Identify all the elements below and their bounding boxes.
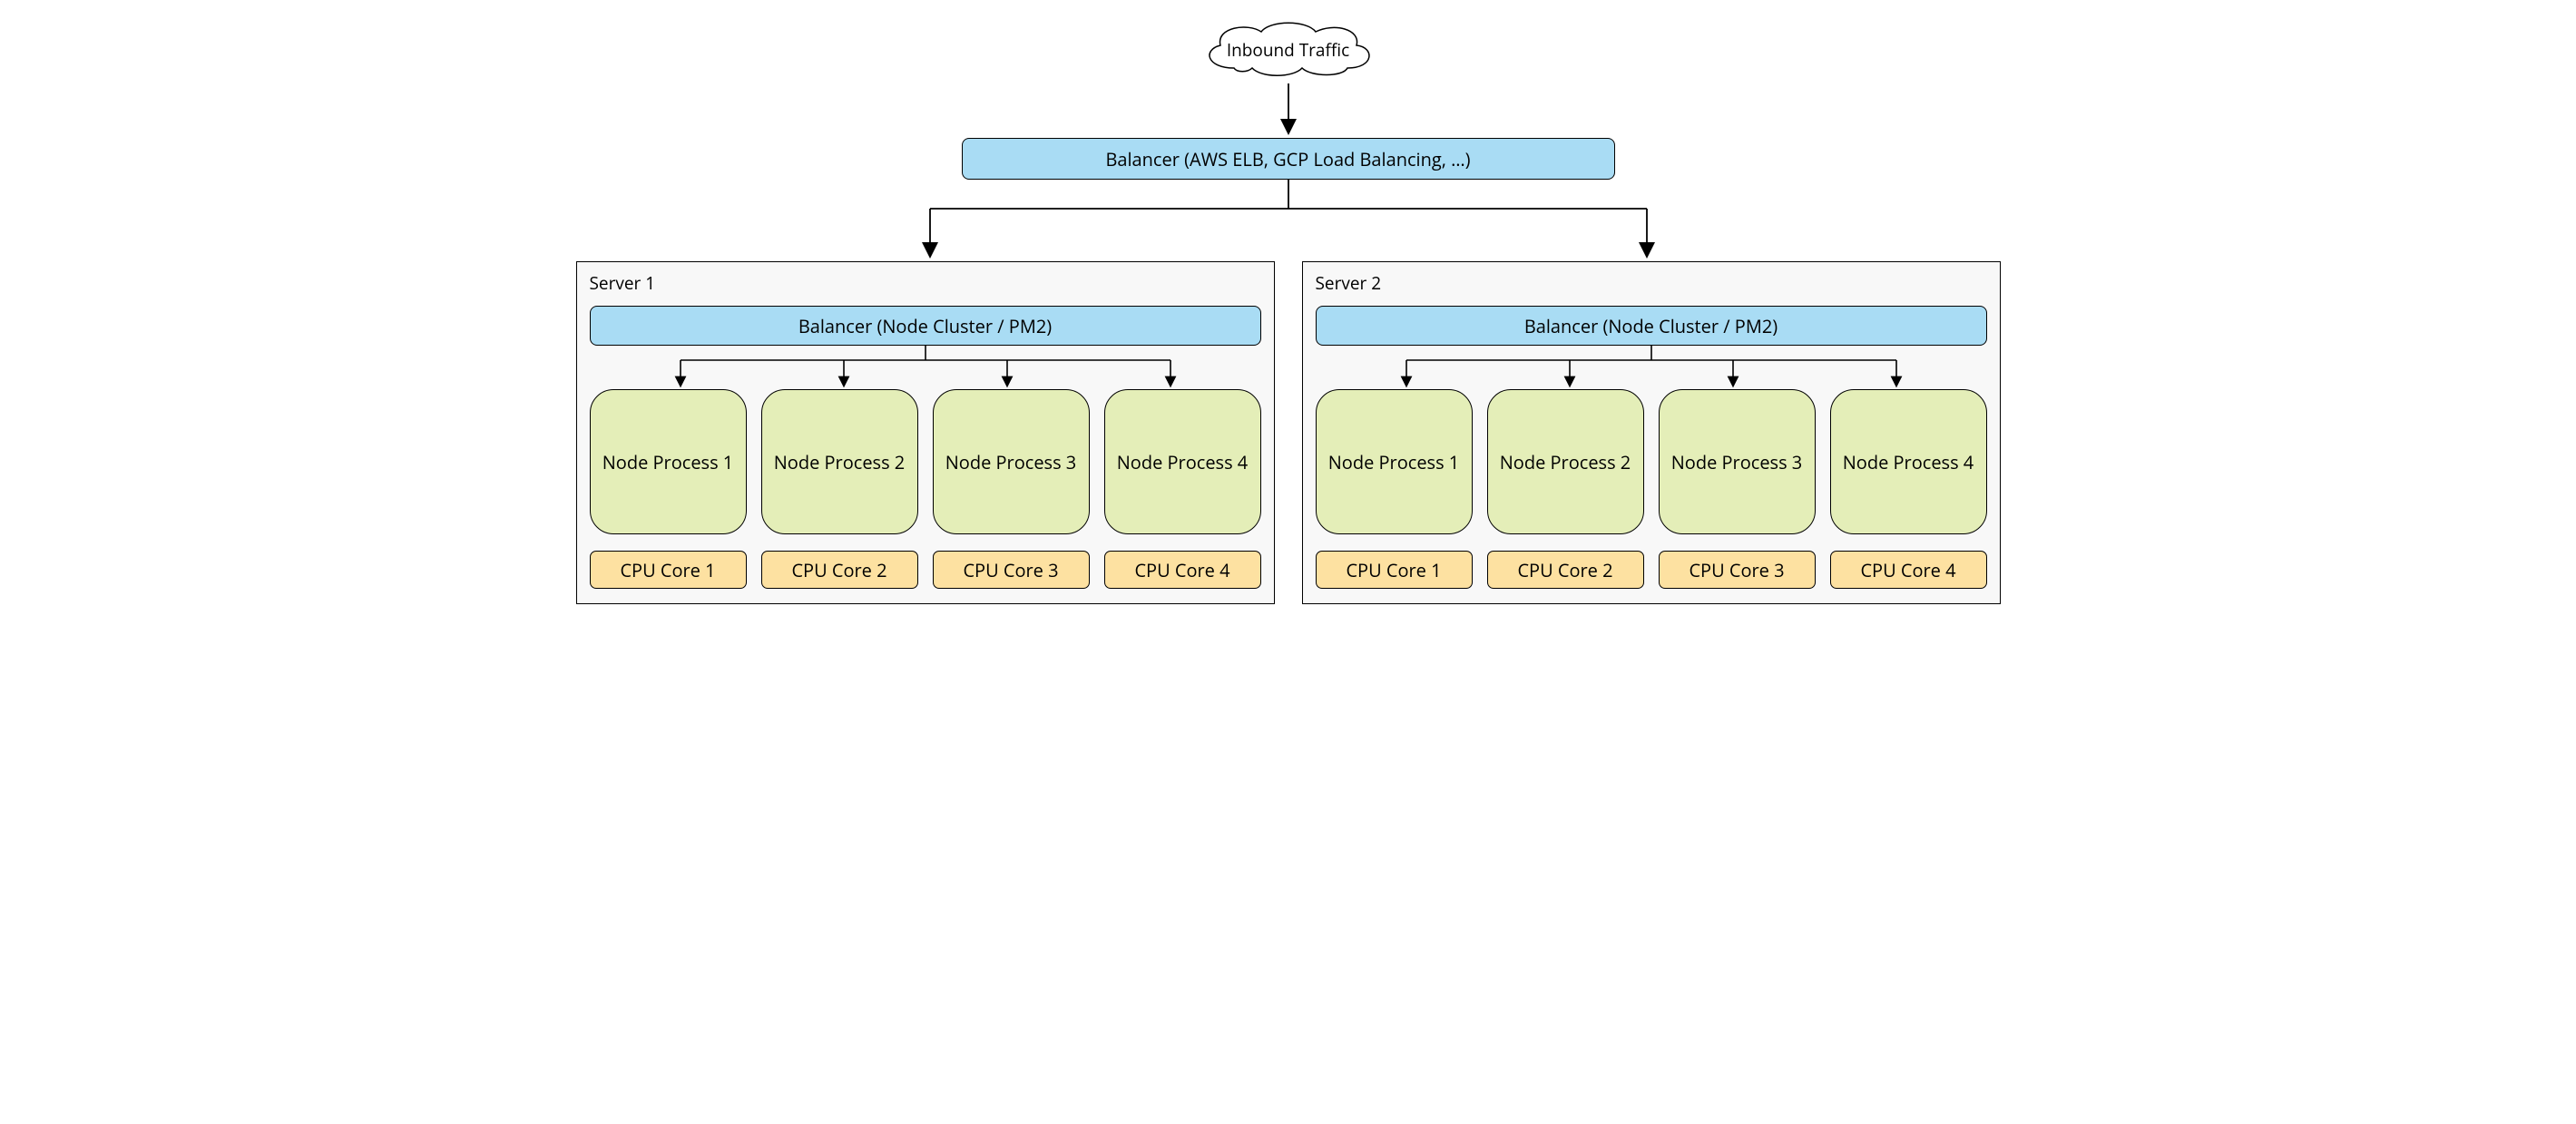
server-2-process-4: Node Process 4 (1830, 389, 1987, 534)
server-1-balancer: Balancer (Node Cluster / PM2) (590, 306, 1261, 346)
server-1-process-3: Node Process 3 (933, 389, 1090, 534)
server-2-balancer: Balancer (Node Cluster / PM2) (1316, 306, 1987, 346)
server-2-core-2: CPU Core 2 (1487, 551, 1644, 589)
architecture-diagram: Inbound Traffic Balancer (AWS ELB, GCP L… (576, 18, 2001, 604)
fanout-connector-icon (1325, 346, 1978, 389)
server-2-process-1: Node Process 1 (1316, 389, 1473, 534)
server-1-title: Server 1 (590, 271, 1261, 295)
server-2-panel: Server 2 Balancer (Node Cluster / PM2) (1302, 261, 2001, 604)
server-2-process-3: Node Process 3 (1659, 389, 1816, 534)
server-1-process-2: Node Process 2 (761, 389, 918, 534)
server-1-core-3: CPU Core 3 (933, 551, 1090, 589)
server-2-title: Server 2 (1316, 271, 1987, 295)
server-2-core-3: CPU Core 3 (1659, 551, 1816, 589)
server-2-core-4: CPU Core 4 (1830, 551, 1987, 589)
server-1-core-1: CPU Core 1 (590, 551, 747, 589)
top-load-balancer: Balancer (AWS ELB, GCP Load Balancing, …… (962, 138, 1615, 180)
inbound-traffic-cloud: Inbound Traffic (1193, 18, 1384, 82)
arrow-down-icon (1279, 82, 1298, 138)
split-connector-icon (576, 180, 2001, 261)
cloud-label: Inbound Traffic (1193, 18, 1384, 82)
server-2-process-2: Node Process 2 (1487, 389, 1644, 534)
fanout-connector-icon (599, 346, 1252, 389)
server-2-core-1: CPU Core 1 (1316, 551, 1473, 589)
server-1-process-1: Node Process 1 (590, 389, 747, 534)
server-1-process-4: Node Process 4 (1104, 389, 1261, 534)
server-1-core-4: CPU Core 4 (1104, 551, 1261, 589)
server-1-core-2: CPU Core 2 (761, 551, 918, 589)
server-1-panel: Server 1 Balancer (Node Cluster / PM2) (576, 261, 1275, 604)
